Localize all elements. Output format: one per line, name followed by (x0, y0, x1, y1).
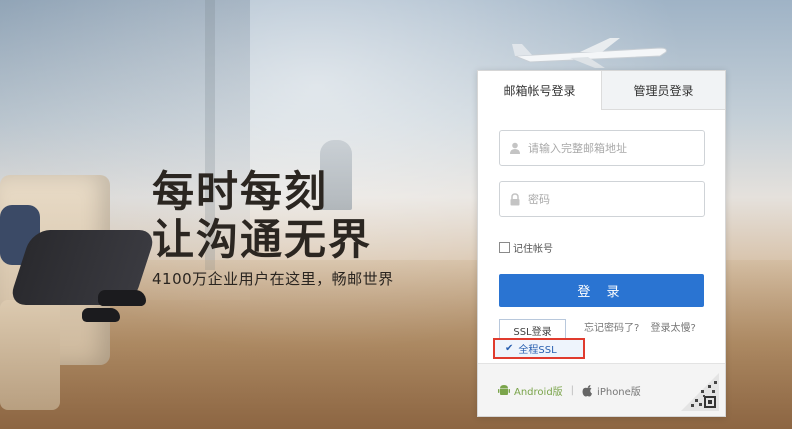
apple-icon (582, 384, 593, 396)
remember-account[interactable]: 记住帐号 (499, 240, 553, 255)
tab-admin-login[interactable]: 管理员登录 (601, 71, 725, 109)
slogan: 每时每刻 让沟通无界 4100万企业用户在这里，畅邮世界 (152, 168, 394, 289)
email-input[interactable] (526, 140, 704, 156)
login-tabs: 邮箱帐号登录 管理员登录 (478, 71, 725, 110)
lock-icon (504, 192, 526, 206)
ssl-option-label: 全程SSL (518, 345, 557, 356)
shoe (98, 290, 146, 306)
forgot-password-link[interactable]: 忘记密码了? (584, 323, 639, 334)
slogan-line-1: 每时每刻 (152, 167, 329, 216)
login-button[interactable]: 登 录 (499, 274, 704, 307)
shoe (82, 308, 120, 322)
slow-login-link[interactable]: 登录太慢? (651, 323, 696, 334)
user-icon (504, 142, 526, 154)
password-input[interactable] (526, 191, 704, 207)
app-download-bar: Android版 | iPhone版 (478, 363, 725, 416)
slogan-line-2: 让沟通无界 (152, 215, 373, 264)
help-links: 忘记密码了? 登录太慢? (584, 319, 704, 334)
sofa-front (0, 300, 60, 410)
iphone-download-link[interactable]: iPhone版 (582, 383, 641, 398)
android-icon (498, 384, 510, 395)
email-field[interactable] (499, 130, 705, 166)
password-field[interactable] (499, 181, 705, 217)
iphone-label: iPhone版 (597, 386, 641, 398)
airplane-graphic (512, 38, 667, 68)
tab-email-login[interactable]: 邮箱帐号登录 (478, 71, 601, 110)
qr-code-icon[interactable] (681, 373, 719, 411)
remember-checkbox[interactable] (499, 242, 510, 253)
footer-separator: | (570, 384, 575, 396)
android-download-link[interactable]: Android版 (498, 383, 563, 398)
remember-label: 记住帐号 (513, 244, 553, 255)
checkmark-icon: ✔ (505, 343, 514, 354)
slogan-subtitle: 4100万企业用户在这里，畅邮世界 (152, 270, 394, 288)
ssl-option-full[interactable]: ✔ 全程SSL (493, 338, 585, 359)
android-label: Android版 (514, 386, 563, 398)
login-panel: 邮箱帐号登录 管理员登录 记住帐号 登 录 SSL登录 忘记密码了? 登录太慢?… (477, 70, 726, 417)
